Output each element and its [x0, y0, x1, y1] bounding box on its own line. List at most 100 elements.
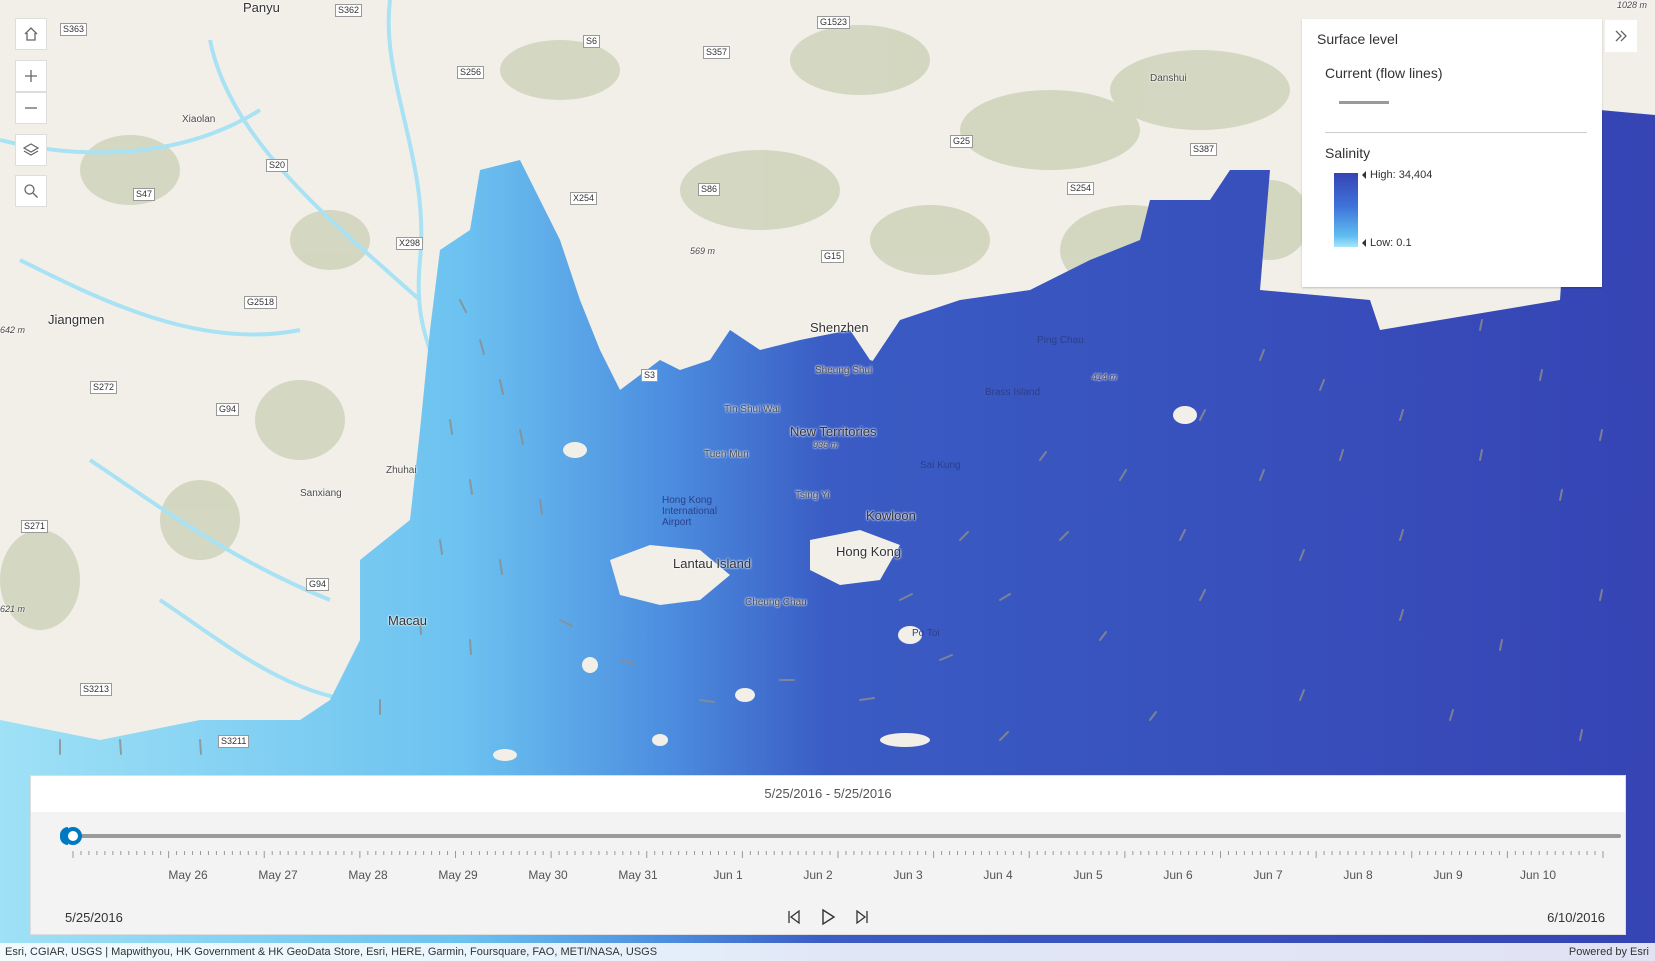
place-label: Po Toi: [912, 628, 940, 639]
salinity-high-label: High: 34,404: [1362, 169, 1432, 181]
road-shield: S3211: [218, 735, 250, 748]
previous-button[interactable]: [781, 904, 807, 930]
home-button[interactable]: [15, 18, 47, 50]
place-label: Tsing Yi: [795, 490, 830, 501]
elevation-label: 569 m: [690, 246, 716, 256]
time-slider: 5/25/2016 - 5/25/2016 May 26 May 27 May 28…: [30, 775, 1626, 935]
tick-label: May 27: [258, 868, 298, 882]
plus-icon: [25, 70, 37, 82]
tick-label: May 28: [348, 868, 388, 882]
time-extent-label: 5/25/2016 - 5/25/2016: [31, 776, 1625, 812]
road-shield: G94: [306, 578, 330, 591]
salinity-low-label: Low: 0.1: [1362, 237, 1412, 249]
place-label: Tin Shui Wai: [724, 404, 780, 415]
chevron-double-right-icon: [1615, 30, 1627, 42]
legend-current-label: Current (flow lines): [1325, 65, 1443, 81]
road-shield: G15: [821, 250, 845, 263]
place-label: New Territories: [790, 424, 877, 439]
layers-icon: [23, 143, 39, 156]
minus-icon: [25, 107, 37, 109]
place-label: Macau: [388, 613, 428, 628]
tick-label: Jun 5: [1073, 868, 1103, 882]
place-label: Sanxiang: [300, 488, 342, 499]
legend-panel: Surface level Current (flow lines) Salin…: [1302, 19, 1602, 287]
place-label: Tuen Mun: [704, 449, 749, 460]
flow-line-swatch: [1339, 101, 1389, 104]
road-shield: S272: [90, 381, 118, 394]
place-label: Danshui: [1150, 73, 1187, 84]
tick-label: Jun 9: [1433, 868, 1463, 882]
road-shield: S271: [21, 520, 49, 533]
collapse-legend-button[interactable]: [1605, 20, 1637, 52]
place-label: Sai Kung: [920, 460, 961, 471]
elevation-label: 936 m: [813, 440, 839, 450]
search-button[interactable]: [15, 175, 47, 207]
place-label: Cheung Chau: [745, 597, 807, 608]
play-button[interactable]: [815, 904, 841, 930]
slider-track[interactable]: [71, 834, 1621, 838]
place-label: Sheung Shui: [815, 365, 873, 376]
road-shield: S387: [1190, 143, 1218, 156]
road-shield: G94: [216, 403, 240, 416]
road-shield: S20: [266, 159, 289, 172]
end-date-label: 6/10/2016: [1547, 910, 1605, 925]
tick-label: Jun 7: [1253, 868, 1283, 882]
step-back-icon: [788, 909, 800, 925]
play-icon: [822, 908, 836, 926]
place-label: Xiaolan: [182, 114, 216, 125]
layer-list-button[interactable]: [15, 134, 47, 166]
tick-label: Jun 8: [1343, 868, 1373, 882]
place-label: Jiangmen: [48, 312, 105, 327]
road-shield: S47: [133, 188, 156, 201]
place-label: Hong Kong: [836, 544, 902, 559]
legend-divider: [1325, 132, 1587, 133]
zoom-in-button[interactable]: [15, 60, 47, 92]
road-shield: G2518: [244, 296, 278, 309]
legend-salinity-label: Salinity: [1325, 145, 1371, 161]
place-label: Ping Chau: [1037, 335, 1084, 346]
step-forward-icon: [856, 909, 868, 925]
road-shield: S254: [1067, 182, 1095, 195]
tick-label: May 30: [528, 868, 568, 882]
road-shield: S256: [457, 66, 485, 79]
tick-label: Jun 3: [893, 868, 923, 882]
tick-label: May 26: [168, 868, 208, 882]
road-shield: S362: [335, 4, 363, 17]
road-shield: X298: [396, 237, 424, 250]
tick-label: Jun 10: [1519, 868, 1557, 882]
place-label: Panyu: [243, 0, 280, 15]
road-shield: S357: [703, 46, 731, 59]
road-shield: G25: [950, 135, 974, 148]
place-label: Lantau Island: [673, 556, 752, 571]
elevation-label: 414 m: [1092, 372, 1118, 382]
road-shield: S363: [60, 23, 88, 36]
tick-label: May 31: [618, 868, 658, 882]
legend-title: Surface level: [1317, 31, 1398, 47]
tick-label: Jun 6: [1163, 868, 1193, 882]
elevation-label: 1028 m: [1617, 0, 1648, 10]
place-label: Shenzhen: [810, 320, 869, 335]
place-label: Zhuhai: [386, 465, 417, 476]
search-icon: [24, 184, 38, 198]
tick-label: Jun 2: [803, 868, 833, 882]
tick-label: May 29: [438, 868, 478, 882]
salinity-color-ramp: [1334, 173, 1358, 247]
home-icon: [24, 27, 38, 41]
place-label: Brass Island: [985, 387, 1041, 398]
zoom-out-button[interactable]: [15, 92, 47, 124]
road-shield: S3: [641, 369, 659, 382]
elevation-label: 642 m: [0, 325, 26, 335]
slider-thumb[interactable]: [60, 827, 82, 845]
attribution-bar: Esri, CGIAR, USGS | Mapwithyou, HK Gover…: [0, 943, 1655, 961]
next-button[interactable]: [849, 904, 875, 930]
road-shield: S3213: [80, 683, 113, 696]
start-date-label: 5/25/2016: [65, 910, 123, 925]
place-label: Hong Kong International Airport: [662, 495, 718, 528]
powered-by-label[interactable]: Powered by Esri: [1569, 943, 1649, 961]
elevation-label: 621 m: [0, 604, 26, 614]
tick-label: Jun 4: [983, 868, 1013, 882]
road-shield: S86: [698, 183, 721, 196]
road-shield: S6: [583, 35, 601, 48]
tick-label: Jun 1: [713, 868, 743, 882]
slider-ticks: [72, 851, 1604, 858]
